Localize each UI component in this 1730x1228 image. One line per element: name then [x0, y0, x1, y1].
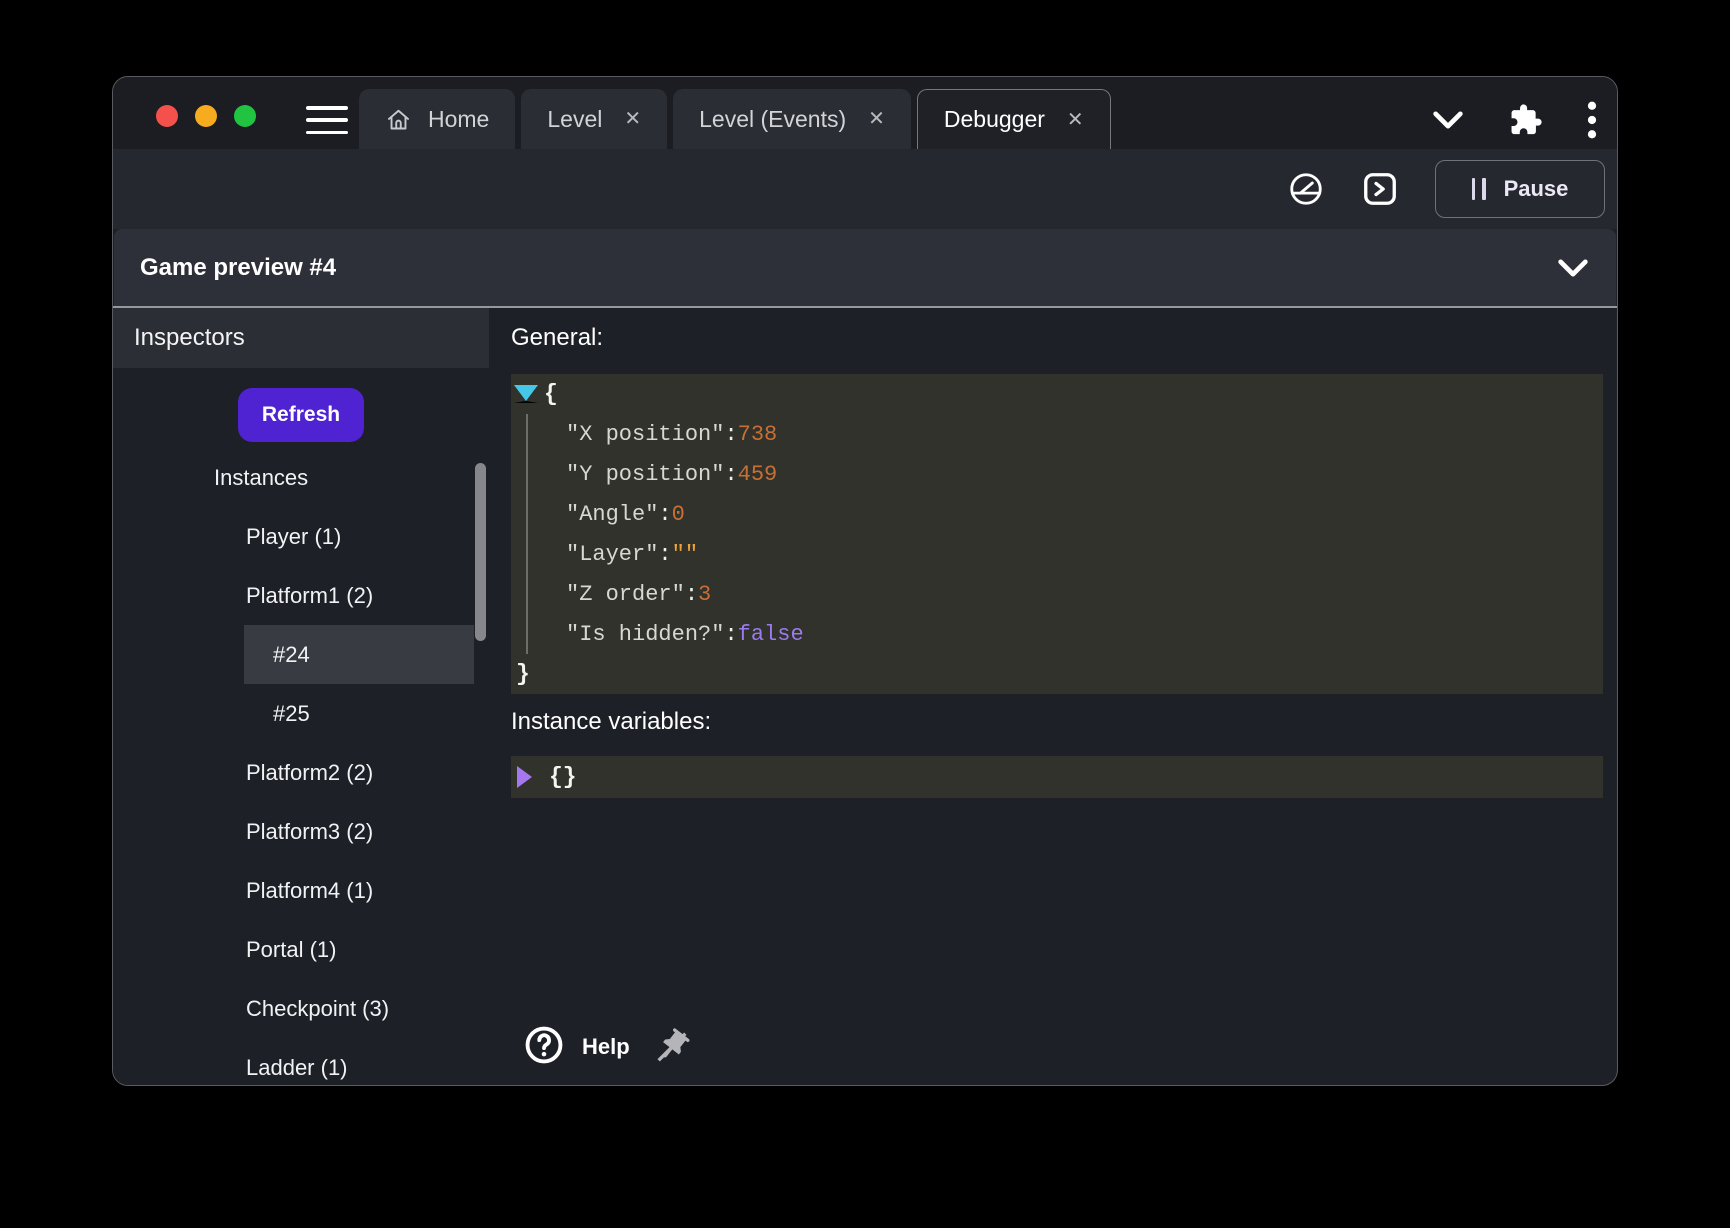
tree-item-portal[interactable]: Portal (1): [113, 920, 489, 979]
debugger-content: Inspectors Refresh Instances Player (1) …: [113, 308, 1617, 1085]
tree-item-instance-25[interactable]: #25: [113, 684, 489, 743]
minimize-window-button[interactable]: [195, 105, 217, 127]
collapse-triangle-icon[interactable]: [514, 385, 538, 403]
tab-bar: Home Level ✕ Level (Events) ✕ Debugger ✕: [113, 77, 1617, 149]
panel-footer: Help: [523, 1024, 692, 1069]
tree-item-platform1[interactable]: Platform1 (2): [113, 566, 489, 625]
tree-item-instances[interactable]: Instances: [113, 448, 489, 507]
open-brace: {: [544, 381, 558, 407]
tab-close-icon[interactable]: ✕: [868, 109, 885, 129]
expand-triangle-icon[interactable]: [517, 766, 532, 788]
json-property-row: "Layer" : "": [566, 534, 1603, 574]
general-section-label: General:: [511, 324, 603, 352]
close-brace: }: [516, 661, 530, 687]
extensions-puzzle-icon[interactable]: [1509, 103, 1543, 137]
instance-variables-json-view: {}: [511, 756, 1603, 798]
json-close-row: }: [511, 654, 1603, 694]
chevron-down-icon[interactable]: [1431, 109, 1465, 131]
json-property-row: "X position" : 738: [566, 414, 1603, 454]
help-label: Help: [582, 1034, 630, 1060]
game-preview-title: Game preview #4: [140, 254, 336, 282]
question-circle-icon: [523, 1024, 565, 1069]
json-property-row: "Is hidden?" : false: [566, 614, 1603, 654]
profiler-speedometer-icon[interactable]: [1287, 170, 1325, 208]
inspectors-sidebar: Inspectors Refresh Instances Player (1) …: [113, 308, 489, 1085]
pause-label: Pause: [1504, 176, 1569, 202]
tab-debugger[interactable]: Debugger ✕: [917, 89, 1111, 149]
tab-level-events[interactable]: Level (Events) ✕: [673, 89, 911, 149]
tab-close-icon[interactable]: ✕: [1067, 110, 1084, 130]
window-top-icons: [1431, 101, 1597, 139]
tree-item-checkpoint[interactable]: Checkpoint (3): [113, 979, 489, 1038]
json-property-row: "Angle" : 0: [566, 494, 1603, 534]
y-position-value: 459: [738, 462, 778, 487]
tree-item-player[interactable]: Player (1): [113, 507, 489, 566]
tab-home[interactable]: Home: [359, 89, 515, 149]
inspectors-header: Inspectors: [113, 308, 489, 368]
is-hidden-value: false: [738, 622, 804, 647]
kebab-menu-icon[interactable]: [1587, 101, 1597, 139]
tab-close-icon[interactable]: ✕: [624, 109, 641, 129]
instance-variables-label: Instance variables:: [511, 708, 711, 736]
tree-item-platform2[interactable]: Platform2 (2): [113, 743, 489, 802]
home-icon: [385, 106, 412, 133]
close-window-button[interactable]: [156, 105, 178, 127]
game-preview-header: Game preview #4: [114, 229, 1616, 306]
x-position-value: 738: [738, 422, 778, 447]
inspectors-title: Inspectors: [134, 324, 245, 352]
console-icon[interactable]: [1361, 170, 1399, 208]
inspector-panel: General: { "X position" : 738 "Y positio…: [489, 308, 1617, 1085]
tab-strip: Home Level ✕ Level (Events) ✕ Debugger ✕: [359, 89, 1111, 149]
json-property-row: "Y position" : 459: [566, 454, 1603, 494]
instances-tree: Instances Player (1) Platform1 (2) #24 #…: [113, 448, 489, 1086]
app-window: Home Level ✕ Level (Events) ✕ Debugger ✕: [112, 76, 1618, 1086]
refresh-button[interactable]: Refresh: [238, 388, 364, 442]
preview-chevron-down-icon[interactable]: [1556, 257, 1590, 279]
pause-icon: [1472, 178, 1486, 200]
json-open-row: {: [511, 374, 1603, 414]
tab-level[interactable]: Level ✕: [521, 89, 667, 149]
tree-item-platform3[interactable]: Platform3 (2): [113, 802, 489, 861]
angle-value: 0: [672, 502, 685, 527]
maximize-window-button[interactable]: [234, 105, 256, 127]
tab-label: Debugger: [944, 106, 1045, 133]
sidebar-scrollbar-thumb[interactable]: [475, 463, 486, 641]
empty-object-braces: {}: [549, 764, 577, 790]
tree-item-platform4[interactable]: Platform4 (1): [113, 861, 489, 920]
help-button[interactable]: Help: [523, 1024, 630, 1069]
menu-hamburger-icon[interactable]: [306, 106, 348, 134]
json-property-row: "Z order" : 3: [566, 574, 1603, 614]
tab-label: Home: [428, 106, 489, 133]
tab-label: Level: [547, 106, 602, 133]
layer-value: "": [672, 542, 698, 567]
tab-label: Level (Events): [699, 106, 846, 133]
general-json-view: { "X position" : 738 "Y position" : 459 …: [511, 374, 1603, 694]
traffic-lights: [156, 105, 256, 127]
debugger-toolbar: Pause: [113, 149, 1617, 229]
tree-item-ladder[interactable]: Ladder (1): [113, 1038, 489, 1086]
pause-button[interactable]: Pause: [1435, 160, 1605, 218]
json-properties: "X position" : 738 "Y position" : 459 "A…: [526, 414, 1603, 654]
pin-off-icon[interactable]: [652, 1027, 692, 1067]
z-order-value: 3: [698, 582, 711, 607]
tree-item-instance-24[interactable]: #24: [244, 625, 474, 684]
